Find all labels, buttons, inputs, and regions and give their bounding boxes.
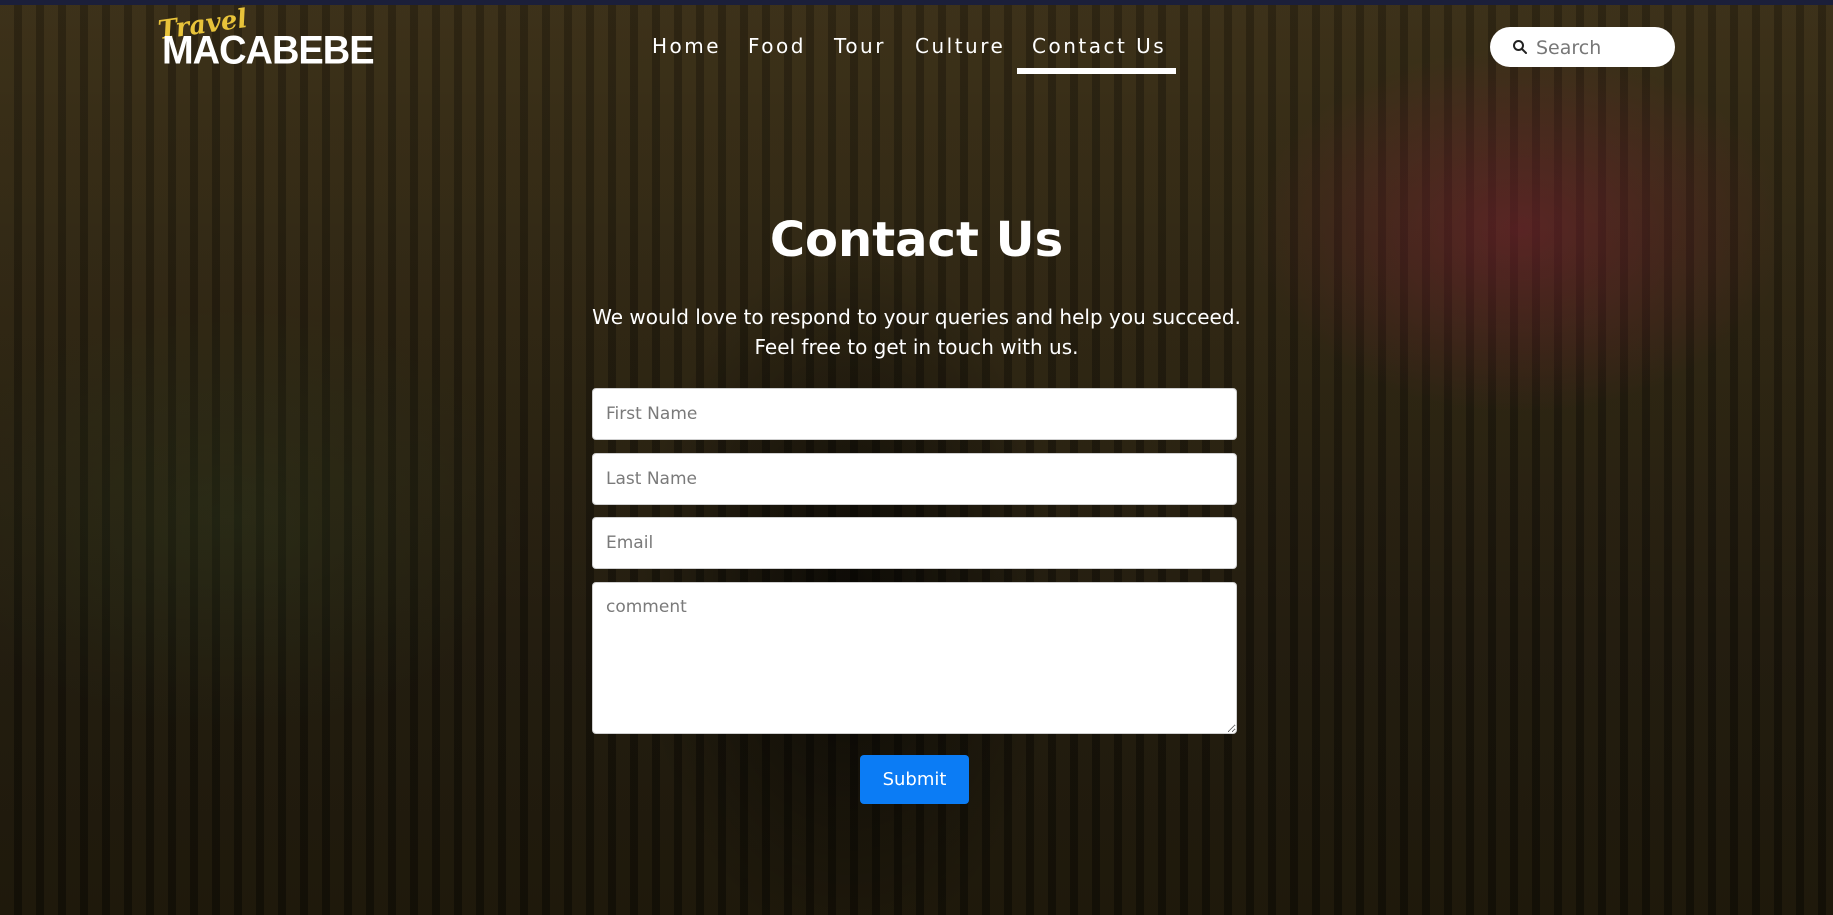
nav-tour[interactable]: Tour bbox=[834, 34, 886, 58]
site-logo[interactable]: Travel MACABEBE bbox=[156, 4, 374, 73]
email-field[interactable] bbox=[592, 517, 1237, 569]
last-name-field[interactable] bbox=[592, 453, 1237, 505]
page-subtitle-line-2: Feel free to get in touch with us. bbox=[754, 335, 1079, 359]
nav-contact-us[interactable]: Contact Us bbox=[1032, 34, 1166, 58]
top-border bbox=[0, 0, 1833, 5]
search-icon bbox=[1513, 40, 1527, 54]
search-input[interactable] bbox=[1534, 33, 1668, 63]
nav-culture[interactable]: Culture bbox=[915, 34, 1005, 58]
comment-field[interactable] bbox=[592, 582, 1237, 734]
first-name-field[interactable] bbox=[592, 388, 1237, 440]
search-box[interactable] bbox=[1490, 27, 1675, 67]
page-subtitle-line-1: We would love to respond to your queries… bbox=[592, 305, 1241, 329]
nav-food[interactable]: Food bbox=[748, 34, 806, 58]
logo-main-text: MACABEBE bbox=[162, 28, 375, 74]
nav-active-indicator bbox=[1017, 68, 1176, 74]
submit-button[interactable]: Submit bbox=[860, 755, 969, 804]
page-title: Contact Us bbox=[769, 212, 1064, 268]
nav-home[interactable]: Home bbox=[652, 34, 721, 58]
